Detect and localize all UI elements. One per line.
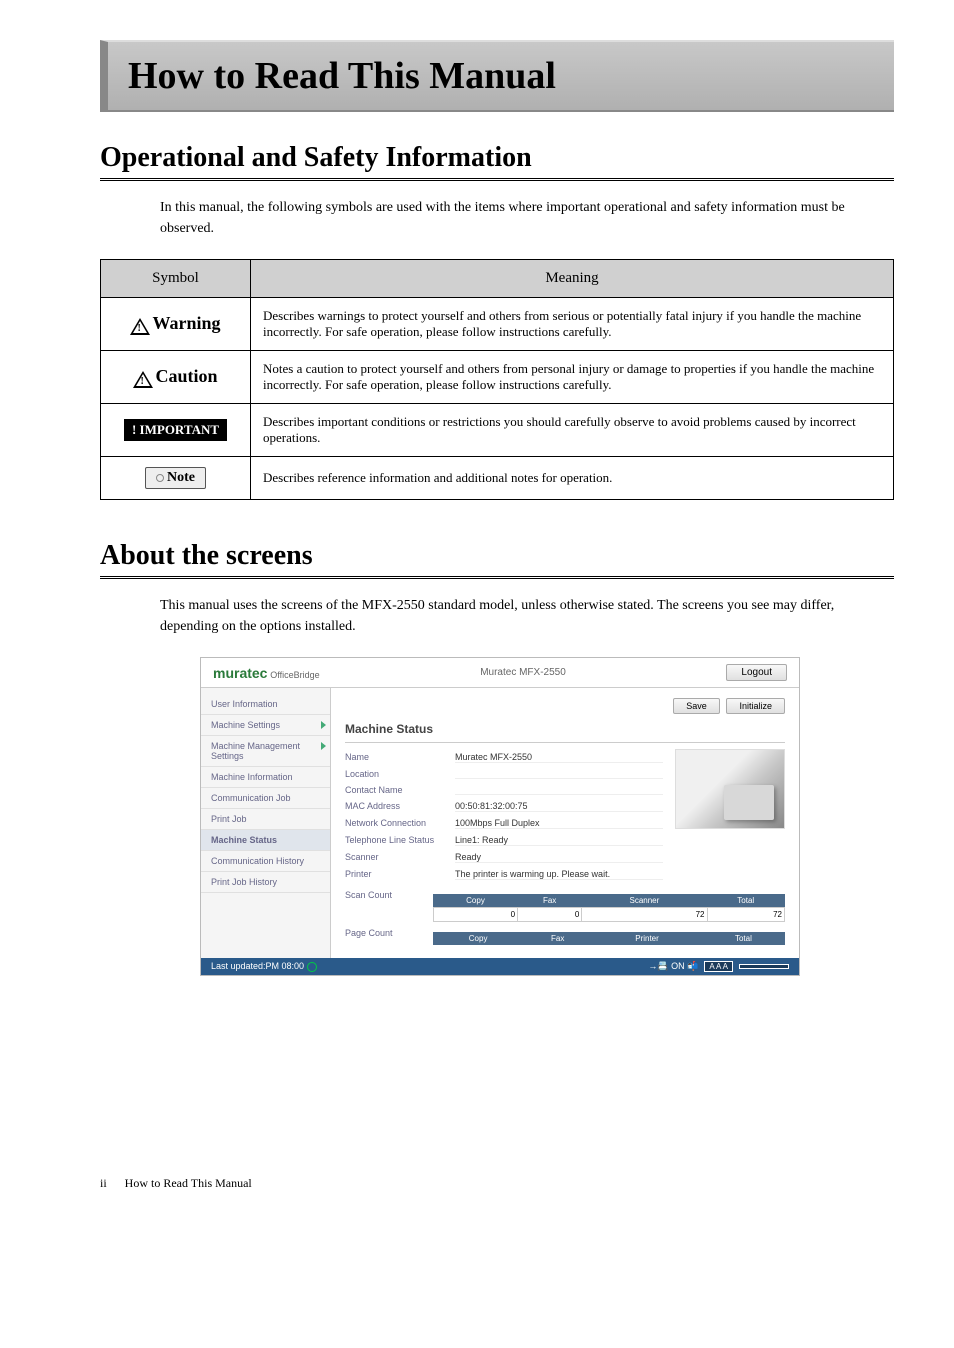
printer-value: The printer is warming up. Please wait. bbox=[455, 869, 663, 880]
scan-count-table: Copy Fax Scanner Total 0 0 72 72 bbox=[433, 894, 785, 922]
mac-label: MAC Address bbox=[345, 801, 455, 812]
meaning-caution: Notes a caution to protect yourself and … bbox=[251, 351, 894, 404]
meaning-warning: Describes warnings to protect yourself a… bbox=[251, 298, 894, 351]
sidebar-item-print-history[interactable]: Print Job History bbox=[201, 872, 330, 893]
page-footer: ii How to Read This Manual bbox=[100, 1176, 894, 1191]
page-count-label: Page Count bbox=[345, 928, 433, 938]
printer-label: Printer bbox=[345, 869, 455, 880]
table-row: !Warning Describes warnings to protect y… bbox=[101, 298, 894, 351]
chevron-right-icon bbox=[321, 721, 326, 729]
scanner-label: Scanner bbox=[345, 852, 455, 863]
progress-bar bbox=[739, 964, 789, 969]
contact-label: Contact Name bbox=[345, 785, 455, 795]
page-count-table: Copy Fax Printer Total bbox=[433, 932, 785, 945]
chevron-right-icon bbox=[321, 742, 326, 750]
network-label: Network Connection bbox=[345, 818, 455, 829]
logo: muratec bbox=[213, 665, 267, 681]
network-value: 100Mbps Full Duplex bbox=[455, 818, 663, 829]
save-button[interactable]: Save bbox=[673, 698, 720, 714]
section2-intro: This manual uses the screens of the MFX-… bbox=[160, 595, 894, 637]
section2-heading: About the screens bbox=[100, 540, 894, 572]
logo-sub: OfficeBridge bbox=[270, 670, 319, 680]
symbol-caution: !Caution bbox=[101, 351, 251, 404]
location-label: Location bbox=[345, 769, 455, 779]
sh-header: muratec OfficeBridge Muratec MFX-2550 Lo… bbox=[201, 658, 799, 688]
sidebar-item-user-info[interactable]: User Information bbox=[201, 694, 330, 715]
sidebar-item-comm-job[interactable]: Communication Job bbox=[201, 788, 330, 809]
sidebar: User Information Machine Settings Machin… bbox=[201, 688, 331, 958]
page-title: How to Read This Manual bbox=[128, 54, 874, 98]
sidebar-item-machine-settings[interactable]: Machine Settings bbox=[201, 715, 330, 736]
embedded-screenshot: muratec OfficeBridge Muratec MFX-2550 Lo… bbox=[200, 657, 800, 976]
table-row: ! IMPORTANT Describes important conditio… bbox=[101, 404, 894, 457]
sidebar-item-machine-info[interactable]: Machine Information bbox=[201, 767, 330, 788]
device-image bbox=[675, 749, 785, 829]
section2-rule bbox=[100, 576, 894, 579]
meaning-important: Describes important conditions or restri… bbox=[251, 404, 894, 457]
table-row: !Caution Notes a caution to protect your… bbox=[101, 351, 894, 404]
page-number: ii bbox=[100, 1176, 107, 1190]
model-label: Muratec MFX-2550 bbox=[480, 667, 566, 678]
warning-triangle-icon: ! bbox=[130, 318, 150, 335]
sidebar-item-machine-status[interactable]: Machine Status bbox=[201, 830, 330, 851]
meaning-note: Describes reference information and addi… bbox=[251, 457, 894, 500]
note-bullet-icon bbox=[156, 474, 164, 482]
initialize-button[interactable]: Initialize bbox=[726, 698, 785, 714]
symbol-table: Symbol Meaning !Warning Describes warnin… bbox=[100, 259, 894, 500]
main-panel: Save Initialize Machine Status NameMurat… bbox=[331, 688, 799, 958]
location-value bbox=[455, 769, 663, 779]
sidebar-item-comm-history[interactable]: Communication History bbox=[201, 851, 330, 872]
sidebar-item-print-job[interactable]: Print Job bbox=[201, 809, 330, 830]
symbol-warning: !Warning bbox=[101, 298, 251, 351]
symbol-note: Note bbox=[101, 457, 251, 500]
scanner-value: Ready bbox=[455, 852, 663, 863]
section1-intro: In this manual, the following symbols ar… bbox=[160, 197, 894, 239]
name-value: Muratec MFX-2550 bbox=[455, 752, 663, 763]
refresh-icon[interactable] bbox=[307, 962, 317, 972]
symbol-important: ! IMPORTANT bbox=[101, 404, 251, 457]
logout-button[interactable]: Logout bbox=[726, 664, 787, 681]
contact-value bbox=[455, 785, 663, 795]
name-label: Name bbox=[345, 752, 455, 763]
section1-heading: Operational and Safety Information bbox=[100, 142, 894, 174]
telephone-value: Line1: Ready bbox=[455, 835, 663, 846]
title-banner: How to Read This Manual bbox=[100, 40, 894, 112]
table-row: Note Describes reference information and… bbox=[101, 457, 894, 500]
on-indicator: →📇 ON 📬 bbox=[648, 961, 698, 972]
mac-value: 00:50:81:32:00:75 bbox=[455, 801, 663, 812]
col-meaning: Meaning bbox=[251, 260, 894, 298]
sidebar-item-machine-mgmt[interactable]: Machine Management Settings bbox=[201, 736, 330, 767]
caution-triangle-icon: ! bbox=[133, 371, 153, 388]
text-size-control[interactable]: A A A bbox=[704, 961, 733, 972]
col-symbol: Symbol bbox=[101, 260, 251, 298]
footer-bar: Last updated:PM 08:00 →📇 ON 📬 A A A bbox=[201, 958, 799, 975]
last-updated: Last updated:PM 08:00 bbox=[211, 961, 304, 971]
footer-title: How to Read This Manual bbox=[125, 1176, 252, 1190]
section1-rule bbox=[100, 178, 894, 181]
scan-count-label: Scan Count bbox=[345, 890, 433, 900]
main-title: Machine Status bbox=[345, 722, 785, 736]
telephone-label: Telephone Line Status bbox=[345, 835, 455, 846]
